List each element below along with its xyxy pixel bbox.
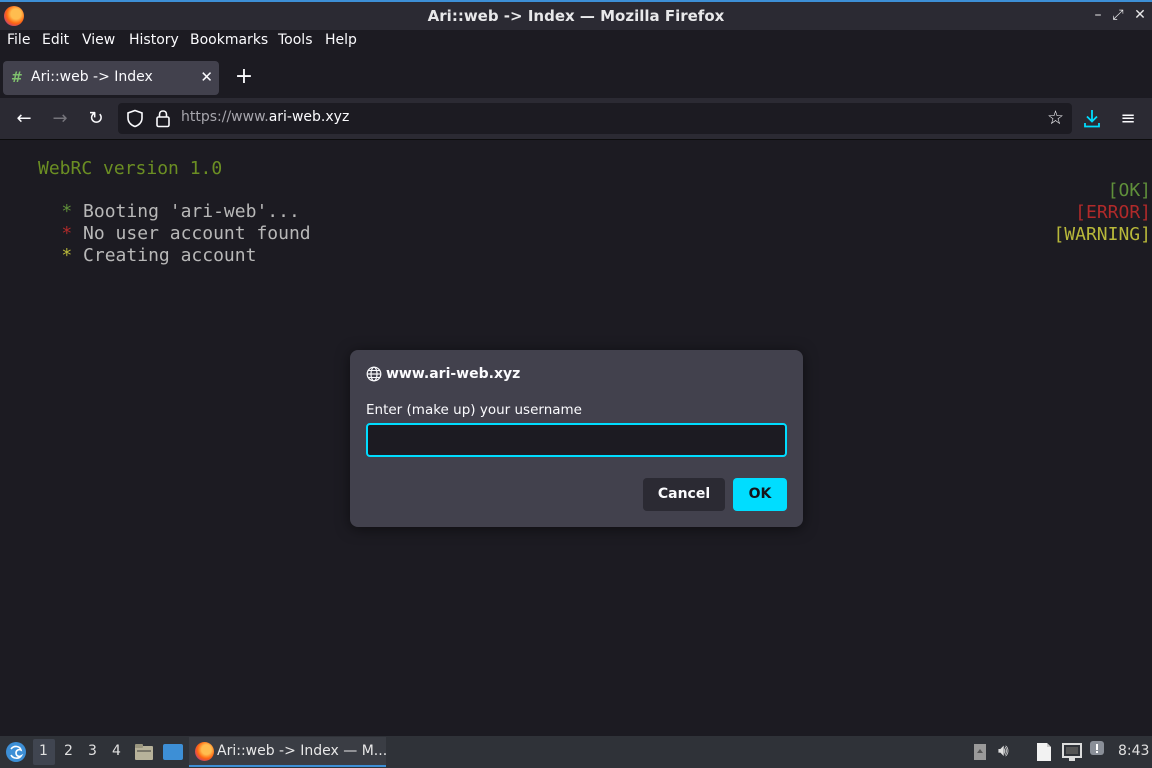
terminal-header: WebRC version 1.0 [38,158,223,179]
terminal-line: * Booting 'ari-web'... [OK] [18,180,1152,222]
dialog-prompt: Enter (make up) your username [366,402,582,418]
shield-icon[interactable] [126,109,144,128]
workspace-3[interactable]: 3 [88,743,97,759]
start-menu-icon[interactable] [5,741,27,763]
menu-edit[interactable]: Edit [42,32,69,48]
close-tab-icon[interactable]: ✕ [200,68,213,86]
url-bar[interactable]: https://www.ari-web.xyz ☆ [118,103,1072,134]
workspace-2[interactable]: 2 [64,743,73,759]
ok-button[interactable]: OK [733,478,787,511]
prompt-dialog: www.ari-web.xyz Enter (make up) your use… [350,350,803,527]
downloads-icon[interactable] [1082,108,1102,130]
tab-ari-web[interactable]: # Ari::web -> Index ✕ [3,61,219,95]
menubar: File Edit View History Bookmarks Tools H… [0,30,1152,52]
reload-icon[interactable]: ↻ [84,107,108,131]
url-prefix: https://www. [181,109,269,125]
close-window-icon[interactable]: ✕ [1132,7,1148,23]
terminal-line: * No user account found [ERROR] [18,202,1152,244]
hash-icon: # [11,70,23,86]
firefox-icon [195,742,214,761]
window-title: Ari::web -> Index — Mozilla Firefox [427,7,725,25]
menu-bookmarks[interactable]: Bookmarks [190,32,268,48]
menu-file[interactable]: File [7,32,30,48]
file-manager-icon[interactable] [134,742,154,762]
url-host: ari-web.xyz [268,109,350,125]
volume-icon[interactable]: 🔊︎ [998,741,1009,761]
navigation-toolbar: ← → ↻ https://www.ari-web.xyz ☆ ≡ [0,98,1152,140]
bullet: * [61,245,73,266]
task-label: Ari::web -> Index — M... [217,743,388,759]
status-warning: [WARNING] [1053,224,1151,245]
dialog-origin: www.ari-web.xyz [386,366,521,382]
hamburger-menu-icon[interactable]: ≡ [1116,107,1140,131]
url-text[interactable]: https://www.ari-web.xyz [181,109,349,125]
menu-history[interactable]: History [129,32,179,48]
menu-view[interactable]: View [82,32,115,48]
maximize-icon[interactable]: ⤢ [1110,7,1126,23]
network-icon[interactable] [1062,742,1082,762]
status-ok: [OK] [1107,180,1151,201]
status-error: [ERROR] [1075,202,1151,223]
notification-icon[interactable] [1089,740,1107,758]
menu-help[interactable]: Help [325,32,357,48]
tab-label: Ari::web -> Index [31,69,153,85]
cancel-button[interactable]: Cancel [643,478,725,511]
forward-icon[interactable]: → [48,107,72,131]
tabbar: # Ari::web -> Index ✕ + [0,52,1152,98]
globe-icon [366,366,382,382]
clock[interactable]: 8:43 [1118,743,1149,759]
terminal-line: * Creating account [WARNING] [18,224,1152,266]
workspace-1[interactable]: 1 [39,743,48,759]
show-desktop-icon[interactable] [162,743,184,761]
menu-tools[interactable]: Tools [278,32,313,48]
username-input[interactable] [366,423,787,457]
back-icon[interactable]: ← [12,107,36,131]
clipboard-icon[interactable] [972,743,988,761]
minimize-icon[interactable]: – [1090,7,1106,23]
notes-icon[interactable] [1034,741,1054,763]
taskbar-task-firefox[interactable]: Ari::web -> Index — M... [189,737,388,767]
line-text: Creating account [83,245,257,266]
window-titlebar: Ari::web -> Index — Mozilla Firefox – ⤢ … [0,0,1152,30]
new-tab-button[interactable]: + [232,65,256,89]
bookmark-star-icon[interactable]: ☆ [1047,107,1064,129]
lock-icon[interactable] [155,109,171,128]
taskbar: 1 2 3 4 Ari::web -> Index — M... 🔊︎ 8:43 [0,736,1152,768]
workspace-4[interactable]: 4 [112,743,121,759]
